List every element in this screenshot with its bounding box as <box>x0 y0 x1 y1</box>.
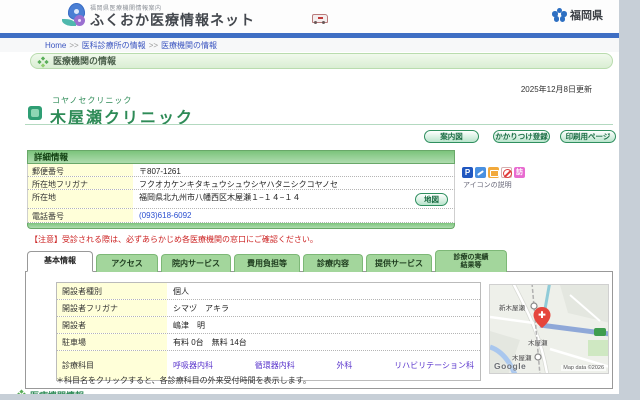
row-label: 開設者 <box>57 317 167 333</box>
guide-map-button[interactable]: 案内図 <box>424 130 479 143</box>
founder-kana-value: シマヅ アキラ <box>173 303 229 313</box>
section-title-bar: 医療機関の情報 <box>30 53 613 69</box>
table-row: 所在地フリガナ フクオカケンキタキュウシュウシヤハタニシクコヤノセ <box>27 177 455 190</box>
details-table: 詳細情報 郵便番号 〒807-1261 所在地フリガナ フクオカケンキタキュウシ… <box>27 150 455 229</box>
clover-icon <box>37 56 49 68</box>
tab-costs[interactable]: 費用負担等 <box>234 254 300 272</box>
row-label: 開設者フリガナ <box>57 300 167 316</box>
page: 福岡県医療機関情報案内 ふくおか医療情報ネット 福岡県 Home >> 医科診療所の… <box>0 0 619 394</box>
clover-icon <box>16 389 27 394</box>
kakaritsuke-register-button[interactable]: かかりつけ登録 <box>493 130 550 143</box>
row-label: 郵便番号 <box>28 164 133 176</box>
table-row: 電話番号 (093)618-6092 <box>27 209 455 223</box>
print-page-button[interactable]: 印刷用ページ <box>560 130 616 143</box>
row-label: 所在地 <box>28 190 133 208</box>
table-row: 郵便番号 〒807-1261 <box>27 164 455 177</box>
notice-text: 【注意】受診される際は、必ずあらかじめ各医療機関の窓口にご確認ください。 <box>30 235 318 244</box>
map-area-label: 木屋瀬 <box>528 340 548 347</box>
google-logo: Google <box>494 361 527 371</box>
table-row: 開設者フリガナ シマヅ アキラ <box>57 300 480 317</box>
prefecture-name: 福岡県 <box>570 10 603 22</box>
map-station-top-label: 新木屋瀬 <box>499 305 525 312</box>
address-kana-value: フクオカケンキタキュウシュウシヤハタニシクコヤノセ <box>139 180 338 189</box>
dept-link-respiratory[interactable]: 呼吸器内科 <box>173 360 213 371</box>
map-button[interactable]: 地図 <box>415 193 448 206</box>
updated-date: 2025年12月8日更新 <box>520 85 592 94</box>
map-attribution: Map data ©2026 <box>561 365 606 371</box>
row-label: 開設者種別 <box>57 283 167 299</box>
browser-viewport: 福岡県医療機関情報案内 ふくおか医療情報ネット 福岡県 Home >> 医科診療所の… <box>0 0 640 400</box>
breadcrumb-home[interactable]: Home <box>45 41 66 50</box>
dept-link-rehabilitation[interactable]: リハビリテーション科 <box>394 360 474 371</box>
no-smoking-icon <box>501 167 512 178</box>
ambulance-icon <box>312 14 328 24</box>
breadcrumb: Home >> 医科診療所の情報 >> 医療機関の情報 <box>45 41 218 50</box>
icon-explanation-link[interactable]: アイコンの説明 <box>463 180 512 190</box>
basic-info-table: 開設者種別 個人 開設者フリガナ シマヅ アキラ 開設者 嶋津 明 駐車場 有料… <box>56 282 481 381</box>
card-icon <box>488 167 499 178</box>
title-underline <box>25 124 613 125</box>
tab-basic-info[interactable]: 基本情報 <box>27 251 93 272</box>
visit-icon: 訪 <box>514 167 525 178</box>
parking-value: 有料 0台 無料 14台 <box>173 337 247 347</box>
founder-value: 嶋津 明 <box>173 320 205 330</box>
table-row: 所在地 福岡県北九州市八幡西区木屋瀬１−１４−１４ 地図 <box>27 190 455 209</box>
plum-blossom-icon <box>552 7 567 23</box>
phone-number-link[interactable]: (093)618-6092 <box>133 209 454 222</box>
dept-link-cardiology[interactable]: 循環器内科 <box>255 360 295 371</box>
tab-medical-content[interactable]: 診療内容 <box>303 254 363 272</box>
address-value: 福岡県北九州市八幡西区木屋瀬１−１４−１４ 地図 <box>133 190 454 208</box>
tab-hospital-services[interactable]: 院内サービス <box>161 254 231 272</box>
next-section-heading-partial: 医療機関情報 <box>16 389 84 394</box>
details-table-footer <box>27 223 455 229</box>
tab-access[interactable]: アクセス <box>96 254 158 272</box>
tab-results[interactable]: 診療の実績 結果等 <box>435 250 507 272</box>
breadcrumb-current[interactable]: 医療機関の情報 <box>161 41 217 50</box>
postal-code-value: 〒807-1261 <box>139 167 181 176</box>
accessibility-icon <box>475 167 486 178</box>
founder-type-value: 個人 <box>173 286 189 296</box>
row-label: 電話番号 <box>28 209 133 222</box>
site-logo-flower-icon <box>62 3 88 30</box>
table-row: 開設者種別 個人 <box>57 283 480 300</box>
site-title[interactable]: ふくおか医療情報ネット <box>90 10 255 30</box>
basic-info-panel: 開設者種別 個人 開設者フリガナ シマヅ アキラ 開設者 嶋津 明 駐車場 有料… <box>25 271 613 389</box>
dept-link-surgery[interactable]: 外科 <box>336 360 352 371</box>
parking-icon: P <box>462 167 473 178</box>
section-title: 医療機関の情報 <box>53 56 117 66</box>
clinic-bullet-icon <box>28 106 42 120</box>
facility-icon-strip: P 訪 <box>462 167 525 178</box>
table-row: 開設者 嶋津 明 <box>57 317 480 334</box>
row-label: 所在地フリガナ <box>28 177 133 189</box>
departments-note: ＊科目名をクリックすると、各診療科目の外来受付時間を表示します。 <box>56 376 311 385</box>
row-label: 駐車場 <box>57 334 167 350</box>
breadcrumb-clinic-list[interactable]: 医科診療所の情報 <box>82 41 146 50</box>
tab-provided-services[interactable]: 提供サービス <box>366 254 432 272</box>
prefecture-logo[interactable]: 福岡県 <box>552 7 603 23</box>
location-map[interactable]: 新木屋瀬 木屋瀬 木屋瀬 Google Map data ©2026 <box>489 284 609 374</box>
table-row: 駐車場 有料 0台 無料 14台 <box>57 334 480 351</box>
site-header: 福岡県医療機関情報案内 ふくおか医療情報ネット 福岡県 <box>0 0 619 33</box>
details-table-header: 詳細情報 <box>27 150 455 164</box>
